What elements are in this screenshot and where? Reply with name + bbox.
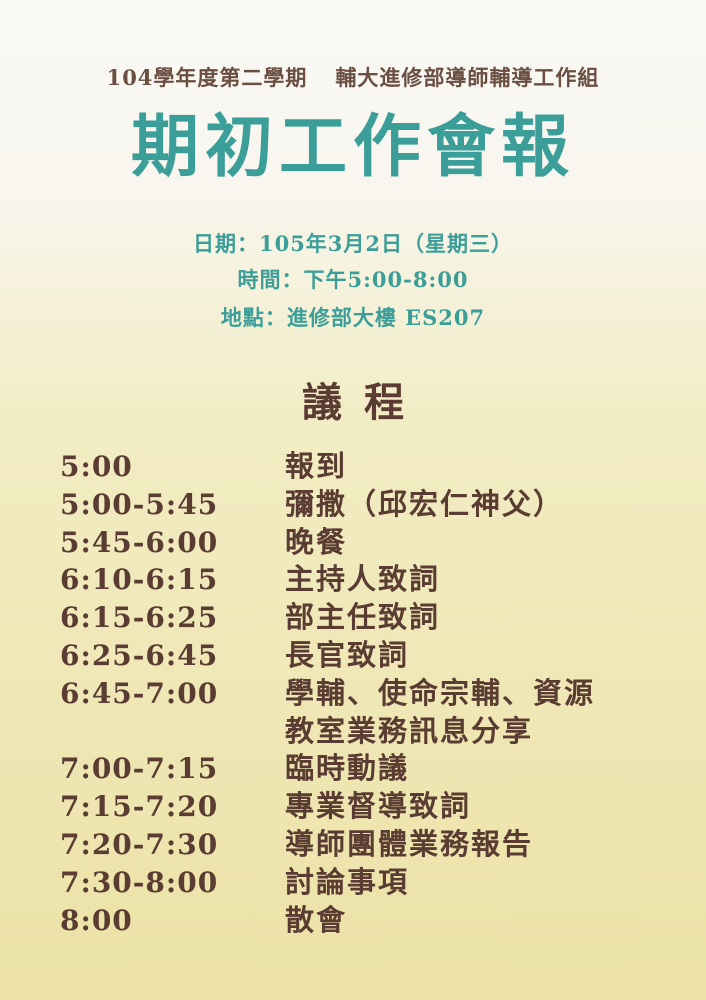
agenda-time: 5:00 (60, 450, 133, 483)
agenda-row: 8:00 散會 (60, 902, 700, 940)
agenda-list: 5:00 報到 5:00-5:45 彌撒（邱宏仁神父） 5:45-6:00 晚餐… (60, 448, 700, 939)
agenda-item-line: 教室業務訊息分享 (285, 713, 534, 748)
agenda-item-line: 學輔、使命宗輔、資源 (285, 675, 596, 710)
agenda-item: 學輔、使命宗輔、資源 教室業務訊息分享 (285, 675, 595, 751)
agenda-item: 部主任致詞 (285, 600, 441, 635)
event-place: 地點：進修部大樓 ES207 (220, 305, 486, 330)
agenda-time: 8:00 (60, 903, 133, 937)
agenda-time: 6:25-6:45 (60, 638, 219, 672)
agenda-time: 5:45-6:00 (60, 525, 219, 559)
agenda-row: 5:00 報到 (60, 448, 700, 486)
agenda-item: 報到 (285, 449, 348, 483)
agenda-time: 6:15-6:25 (60, 601, 219, 635)
agenda-time: 5:00-5:45 (60, 487, 219, 521)
agenda-row: 7:30-8:00 討論事項 (60, 864, 700, 902)
agenda-row: 5:00-5:45 彌撒（邱宏仁神父） (60, 486, 700, 524)
agenda-row: 7:20-7:30 導師團體業務報告 (60, 826, 700, 864)
agenda-row: 6:25-6:45 長官致詞 (60, 637, 700, 675)
semester-label: 104學年度第二學期 (106, 65, 308, 90)
agenda-item: 散會 (285, 902, 348, 937)
agenda-row: 6:10-6:15 主持人致詞 (60, 561, 700, 599)
agenda-time: 7:00-7:15 (60, 752, 219, 786)
agenda-time: 6:45-7:00 (60, 676, 219, 710)
agenda-item: 臨時動議 (285, 751, 410, 786)
agenda-time: 6:10-6:15 (60, 563, 219, 597)
poster: { "header": { "semester": "104學年度第二學期", … (0, 0, 706, 1000)
agenda-item: 晚餐 (285, 524, 348, 559)
agenda-title: 議程 (302, 379, 426, 426)
agenda-time: 7:15-7:20 (60, 790, 219, 824)
agenda-row: 7:00-7:15 臨時動議 (60, 750, 700, 788)
page-title: 期初工作會報 (130, 108, 575, 187)
agenda-item: 長官致詞 (285, 637, 410, 672)
event-date: 日期：105年3月2日（星期三） (192, 231, 514, 256)
agenda-row: 6:15-6:25 部主任致詞 (60, 599, 700, 637)
agenda-item: 主持人致詞 (285, 562, 441, 597)
organization-label: 輔大進修部導師輔導工作組 (335, 65, 600, 90)
agenda-row: 5:45-6:00 晚餐 (60, 524, 700, 562)
event-time: 時間：下午5:00-8:00 (237, 267, 469, 292)
agenda-time: 7:20-7:30 (60, 827, 219, 861)
agenda-row: 6:45-7:00 學輔、使命宗輔、資源 教室業務訊息分享 (60, 675, 700, 751)
agenda-item: 彌撒（邱宏仁神父） (285, 486, 565, 521)
agenda-row: 7:15-7:20 專業督導致詞 (60, 788, 700, 826)
agenda-item: 導師團體業務報告 (285, 826, 534, 861)
agenda-item: 討論事項 (285, 864, 410, 899)
agenda-time: 7:30-8:00 (60, 865, 219, 899)
header-line: 104學年度第二學期 輔大進修部導師輔導工作組 (0, 62, 706, 92)
agenda-item: 專業督導致詞 (285, 789, 472, 824)
